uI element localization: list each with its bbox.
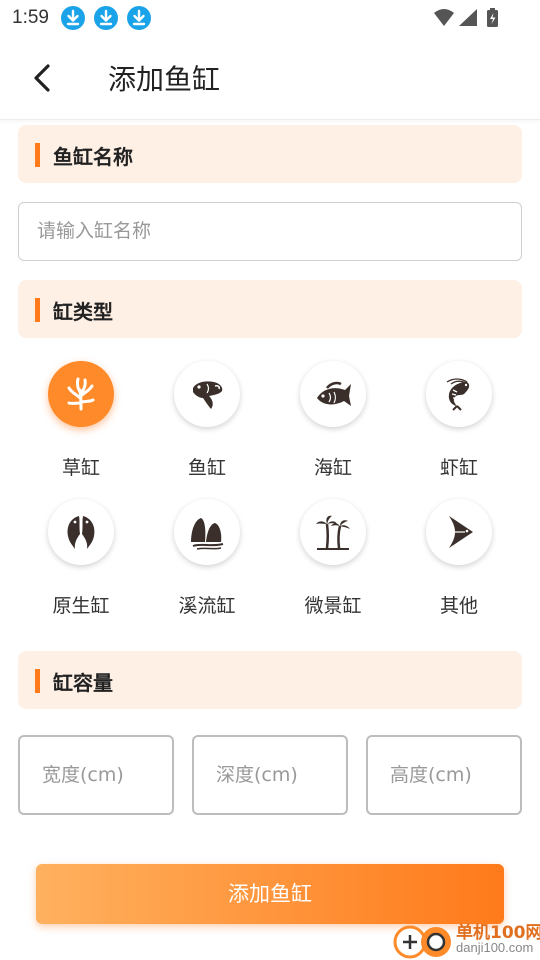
aquatic-plant-icon (48, 361, 114, 427)
tank-type-label: 其他 (439, 595, 478, 617)
tank-type-option-marine[interactable]: 海缸 (270, 361, 396, 491)
section-label: 鱼缸名称 (53, 145, 133, 169)
tank-type-label: 微景缸 (304, 595, 362, 617)
download-icon (61, 6, 85, 30)
watermark-logo-icon (393, 925, 451, 959)
section-accent-bar (35, 143, 40, 167)
section-header-name: 鱼缸名称 (18, 125, 522, 183)
chevron-left-icon[interactable] (28, 60, 56, 96)
angelfish-icon (426, 499, 492, 565)
tank-type-option-stream[interactable]: 溪流缸 (144, 499, 270, 629)
stream-rocks-icon (174, 499, 240, 565)
status-time: 1:59 (12, 7, 49, 28)
section-label: 缸容量 (53, 671, 113, 695)
tank-name-input[interactable]: 请输入缸名称 (18, 202, 522, 261)
tank-type-option-micro[interactable]: 微景缸 (270, 499, 396, 629)
tank-type-option-fish[interactable]: 鱼缸 (144, 361, 270, 491)
tank-type-label: 溪流缸 (178, 595, 236, 617)
marine-fish-icon (300, 361, 366, 427)
tank-type-option-native[interactable]: 原生缸 (18, 499, 144, 629)
height-input[interactable]: 高度(cm) (366, 735, 522, 815)
section-accent-bar (35, 298, 40, 322)
tank-type-label: 鱼缸 (187, 457, 226, 479)
app-header: 添加鱼缸 (0, 36, 540, 120)
native-fish-pair-icon (48, 499, 114, 565)
tank-type-option-other[interactable]: 其他 (396, 499, 522, 629)
download-icon (127, 6, 151, 30)
add-tank-button[interactable]: 添加鱼缸 (36, 864, 504, 924)
tank-type-label: 虾缸 (439, 457, 478, 479)
tank-type-option-plant[interactable]: 草缸 (18, 361, 144, 491)
watermark: 单机100网 danji100.com (392, 918, 540, 960)
palm-tree-icon (300, 499, 366, 565)
signal-icon (459, 9, 477, 26)
depth-input[interactable]: 深度(cm) (192, 735, 348, 815)
tank-type-label: 海缸 (313, 457, 352, 479)
tank-type-label: 原生缸 (52, 595, 110, 617)
watermark-line2: danji100.com (456, 940, 534, 955)
download-icon (94, 6, 118, 30)
page-title: 添加鱼缸 (108, 63, 221, 96)
goldfish-icon (174, 361, 240, 427)
section-header-capacity: 缸容量 (18, 651, 522, 709)
width-input[interactable]: 宽度(cm) (18, 735, 174, 815)
wifi-icon (434, 9, 454, 26)
section-accent-bar (35, 669, 40, 693)
shrimp-icon (426, 361, 492, 427)
tank-type-option-shrimp[interactable]: 虾缸 (396, 361, 522, 491)
section-header-type: 缸类型 (18, 280, 522, 338)
tank-type-label: 草缸 (61, 457, 100, 479)
section-label: 缸类型 (53, 300, 113, 324)
system-status-icons (434, 8, 498, 27)
battery-icon (487, 8, 498, 27)
status-bar: 1:59 (0, 0, 540, 36)
